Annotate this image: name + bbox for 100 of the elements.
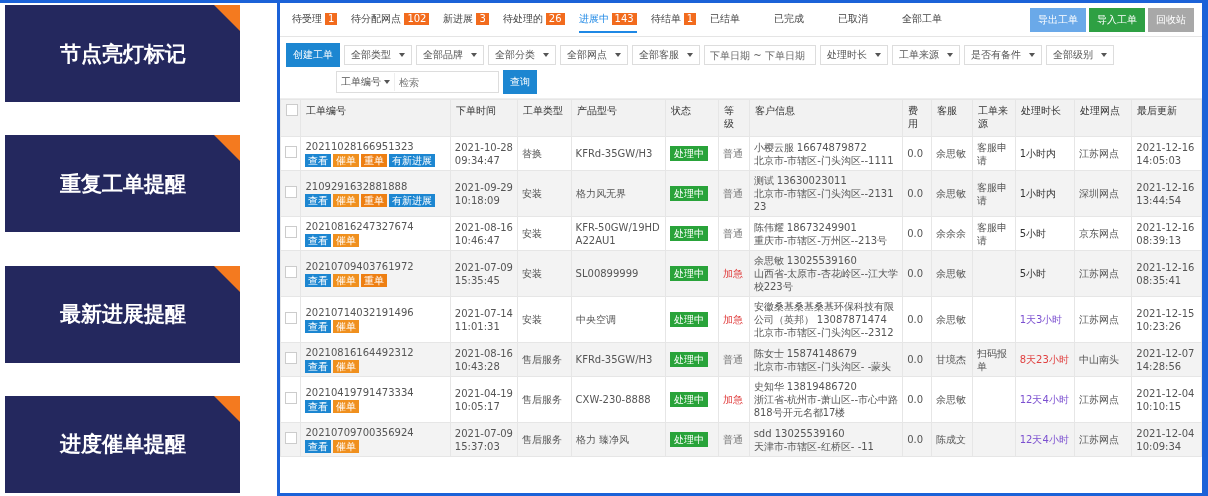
action-tag[interactable]: 查看 — [305, 194, 332, 207]
status-tab[interactable]: 待分配网点 102 — [351, 12, 430, 33]
action-button[interactable]: 导入工单 — [1089, 7, 1145, 32]
action-tag[interactable]: 查看 — [305, 440, 332, 453]
action-tag[interactable]: 催单 — [333, 274, 360, 287]
create-button[interactable]: 创建工单 — [286, 43, 340, 67]
updated-date: 2021-12-16 — [1136, 180, 1196, 194]
corner-triangle-icon — [214, 5, 240, 31]
filter-dropdown[interactable]: 全部级别 — [1046, 45, 1114, 65]
checkbox[interactable] — [285, 392, 297, 404]
table-cell: CXW-230-8888 — [571, 376, 666, 423]
column-header: 处理时长 — [1015, 99, 1075, 137]
action-tag[interactable]: 催单 — [333, 360, 360, 373]
order-time: 10:46:47 — [454, 233, 501, 247]
duration-text: 1小时内 — [1019, 188, 1057, 199]
checkbox[interactable] — [285, 146, 297, 158]
status-tab[interactable]: 待结单 1 — [650, 12, 697, 33]
card-title: 最新进展提醒 — [59, 301, 186, 329]
action-tag[interactable]: 催单 — [333, 320, 360, 333]
corner-triangle-icon — [214, 135, 240, 162]
order-date: 2021-07-09 — [454, 426, 514, 440]
action-button[interactable]: 导出工单 — [1030, 7, 1086, 32]
customer-info: 山西省-太原市-杏花岭区--江大学校223号 — [753, 267, 899, 293]
table-cell: 0.0 — [902, 136, 932, 171]
filter-dropdown[interactable]: 全部分类 — [488, 45, 556, 65]
action-tag[interactable]: 有新进展 — [389, 154, 436, 167]
updated-time: 08:35:41 — [1136, 273, 1183, 287]
action-tag[interactable]: 重单 — [361, 154, 388, 167]
action-tag[interactable]: 查看 — [305, 360, 332, 373]
filter-dropdown[interactable]: 全部类型 — [344, 45, 412, 65]
status-badge: 处理中 — [669, 432, 708, 447]
action-tag[interactable]: 查看 — [305, 234, 332, 247]
checkbox[interactable] — [285, 432, 297, 444]
duration-text: 12天4小时 — [1019, 394, 1069, 405]
filter-dropdown[interactable]: 全部客服 — [632, 45, 700, 65]
duration-text: 8天23小时 — [1019, 354, 1069, 365]
status-tab[interactable]: 全部工单 — [902, 12, 943, 33]
level-text: 普通 — [722, 148, 743, 159]
checkbox[interactable] — [285, 186, 297, 198]
action-tag[interactable]: 查看 — [305, 154, 332, 167]
caret-icon — [543, 53, 549, 57]
updated-time: 10:09:34 — [1136, 439, 1183, 453]
action-tag[interactable]: 查看 — [305, 320, 332, 333]
caret-icon — [615, 53, 621, 57]
action-tag[interactable]: 催单 — [333, 440, 360, 453]
order-number: 20210419791473334 — [305, 386, 415, 399]
action-tag[interactable]: 催单 — [333, 400, 360, 413]
filter-dropdown[interactable]: 处理时长 — [820, 45, 888, 65]
checkbox[interactable] — [285, 226, 297, 238]
order-time: 10:43:28 — [454, 359, 501, 373]
table-cell: 中央空调 — [571, 296, 666, 343]
action-tag[interactable]: 重单 — [361, 274, 388, 287]
count-badge: 102 — [404, 13, 430, 25]
status-tab[interactable]: 新进展 3 — [443, 12, 489, 33]
filter-dropdown[interactable]: 工单来源 — [892, 45, 960, 65]
status-tab[interactable]: 已取消 — [838, 12, 869, 33]
table-cell: 余思敏 — [931, 136, 973, 171]
table-cell: 余思敏 — [931, 250, 973, 297]
updated-time: 14:28:56 — [1136, 359, 1183, 373]
order-time: 15:37:03 — [454, 439, 501, 453]
action-tag[interactable]: 查看 — [305, 400, 332, 413]
caret-icon — [687, 53, 693, 57]
query-button[interactable]: 查询 — [503, 70, 537, 94]
filter-dropdown[interactable]: 全部网点 — [560, 45, 628, 65]
action-tag[interactable]: 催单 — [333, 194, 360, 207]
table-cell: 安装 — [517, 170, 572, 217]
customer-info: 北京市-市辖区-门头沟区--213123 — [753, 187, 895, 213]
date-range-field[interactable]: 下单日期 ~ 下单日期 — [704, 45, 816, 65]
order-number: 20210714032191496 — [305, 306, 415, 319]
action-tag[interactable]: 查看 — [305, 274, 332, 287]
action-button[interactable]: 回收站 — [1148, 7, 1194, 32]
duration-text: 1小时内 — [1019, 148, 1057, 159]
table-cell: 甘境杰 — [931, 342, 973, 377]
status-tab[interactable]: 进展中 143 — [578, 12, 637, 33]
order-number: 20210709700356924 — [305, 426, 415, 439]
checkbox[interactable] — [286, 104, 298, 116]
table-cell: 中山南头 — [1074, 342, 1132, 377]
corner-triangle-icon — [214, 396, 240, 422]
checkbox[interactable] — [285, 352, 297, 364]
status-tab[interactable]: 已完成 — [774, 12, 805, 33]
action-tag[interactable]: 重单 — [361, 194, 388, 207]
column-header: 工单来源 — [972, 99, 1016, 137]
status-tab[interactable]: 待处理的 26 — [502, 12, 565, 33]
action-tag[interactable]: 有新进展 — [389, 194, 436, 207]
updated-time: 08:39:13 — [1136, 233, 1183, 247]
duration-text: 5小时 — [1019, 268, 1047, 279]
updated-time: 14:05:03 — [1136, 153, 1183, 167]
action-tag[interactable]: 催单 — [333, 234, 360, 247]
action-tag[interactable]: 催单 — [333, 154, 360, 167]
table-cell: 余余余 — [931, 216, 973, 251]
filter-dropdown[interactable]: 全部品牌 — [416, 45, 484, 65]
filter-dropdown[interactable]: 是否有备件 — [964, 45, 1042, 65]
caret-icon — [1101, 53, 1107, 57]
checkbox[interactable] — [285, 312, 297, 324]
search-field[interactable]: 工单编号 检索 — [336, 71, 499, 93]
table-cell: 0.0 — [902, 250, 932, 297]
updated-date: 2021-12-16 — [1136, 140, 1196, 154]
status-tab[interactable]: 已结单 — [710, 12, 741, 33]
status-tab[interactable]: 待受理 1 — [292, 12, 338, 33]
checkbox[interactable] — [285, 266, 297, 278]
